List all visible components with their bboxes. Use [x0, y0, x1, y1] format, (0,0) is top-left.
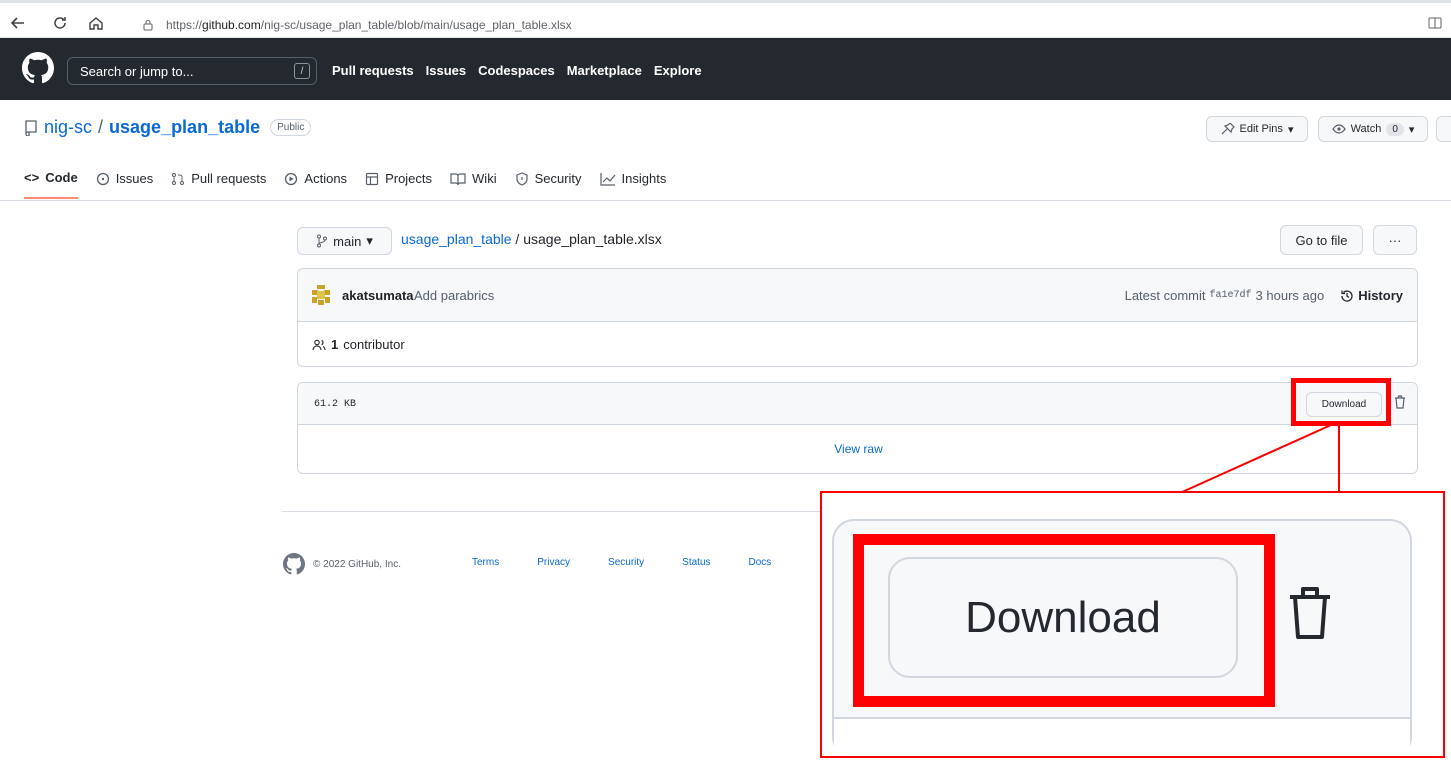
zoom-highlight-box: [853, 534, 1275, 707]
zoom-file-body: [834, 717, 1410, 756]
zoom-callout: Download: [820, 491, 1445, 758]
zoom-trash-icon: [1290, 587, 1330, 639]
